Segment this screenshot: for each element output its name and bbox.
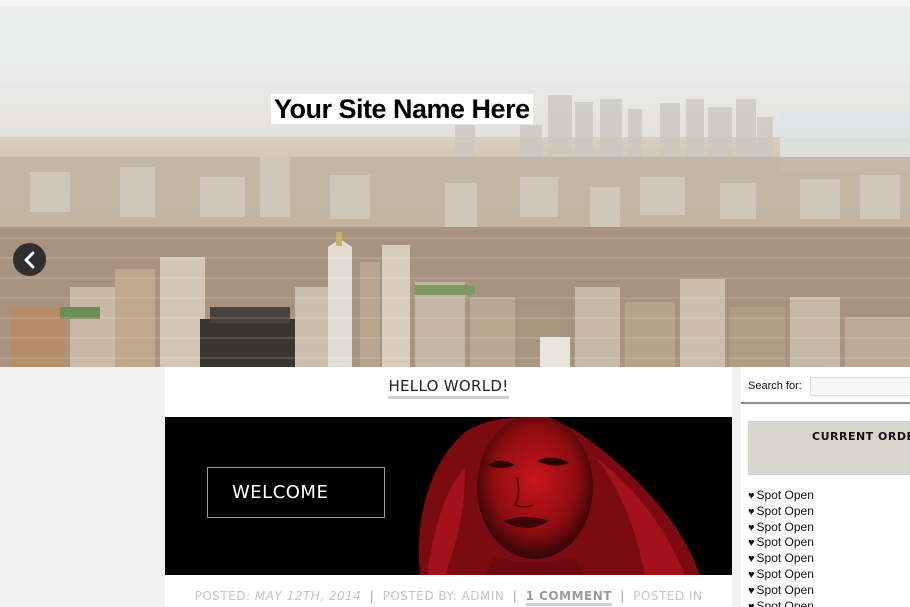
posted-label: POSTED: [194, 589, 251, 603]
main-content: HELLO WORLD! WELCOME POSTED: MAY 12TH, 2… [165, 367, 732, 607]
post-title: HELLO WORLD! [165, 377, 732, 399]
heart-icon: ♥ [748, 600, 755, 607]
meta-separator: | [512, 589, 518, 603]
spot-label: Spot Open [756, 488, 814, 502]
search-input[interactable] [810, 377, 910, 396]
heart-icon: ♥ [748, 553, 755, 566]
list-item: ♥ Spot Open [748, 599, 908, 607]
spot-label: Spot Open [756, 582, 814, 597]
list-item: ♥ Spot Open [748, 551, 908, 567]
comments-link[interactable]: 1 COMMENT [525, 589, 612, 606]
spot-label: Spot Open [756, 535, 814, 550]
post-author: ADMIN [461, 589, 505, 603]
list-item: ♥ Spot Open [748, 488, 908, 504]
post-title-link[interactable]: HELLO WORLD! [388, 377, 509, 399]
spot-label: Spot Open [756, 598, 814, 607]
list-item: ♥ Spot Open [748, 567, 908, 583]
spot-label: Spot Open [756, 566, 814, 581]
slideshow-prev-button[interactable] [13, 243, 46, 276]
meta-separator: | [620, 589, 625, 603]
heart-icon: ♥ [748, 568, 755, 581]
posted-by-label: POSTED BY: [382, 589, 458, 603]
spot-label: Spot Open [756, 503, 814, 518]
search-label: Search for: [748, 380, 802, 392]
chevron-left-icon [24, 251, 35, 269]
current-orders-title: CURRENT ORDER [812, 430, 910, 443]
header-slideshow: Your Site Name Here [0, 7, 910, 367]
post-date: MAY 12TH, 2014 [254, 589, 362, 603]
top-strip [0, 0, 910, 7]
heart-icon: ♥ [748, 521, 755, 534]
post-meta: POSTED: MAY 12TH, 2014 | POSTED BY: ADMI… [165, 589, 732, 606]
heart-icon: ♥ [748, 584, 755, 597]
sidebar: Search for: CURRENT ORDER ♥Spot Open ♥Sp… [741, 367, 910, 607]
sidebar-divider [741, 402, 910, 404]
heart-icon: ♥ [748, 505, 755, 518]
posted-in-label: POSTED IN [633, 589, 703, 603]
spot-label: Spot Open [756, 519, 814, 534]
post-banner-image: WELCOME [165, 417, 732, 575]
city-skyline-image [0, 7, 910, 367]
site-name[interactable]: Your Site Name Here [271, 94, 533, 124]
heart-icon: ♥ [748, 537, 755, 550]
welcome-label: WELCOME [207, 467, 385, 518]
list-item: ♥ Spot Open [748, 583, 908, 599]
list-item: ♥ Spot Open [748, 535, 908, 551]
current-orders-header: CURRENT ORDER [748, 421, 910, 475]
list-item: ♥ Spot Open [748, 504, 908, 520]
spot-label: Spot Open [756, 551, 814, 566]
heart-icon: ♥ [748, 490, 755, 502]
meta-separator: | [369, 589, 375, 603]
spot-list: ♥ Spot Open ♥ Spot Open ♥ Spot Open ♥ Spot O… [748, 488, 908, 607]
list-item: ♥ Spot Open [748, 520, 908, 536]
